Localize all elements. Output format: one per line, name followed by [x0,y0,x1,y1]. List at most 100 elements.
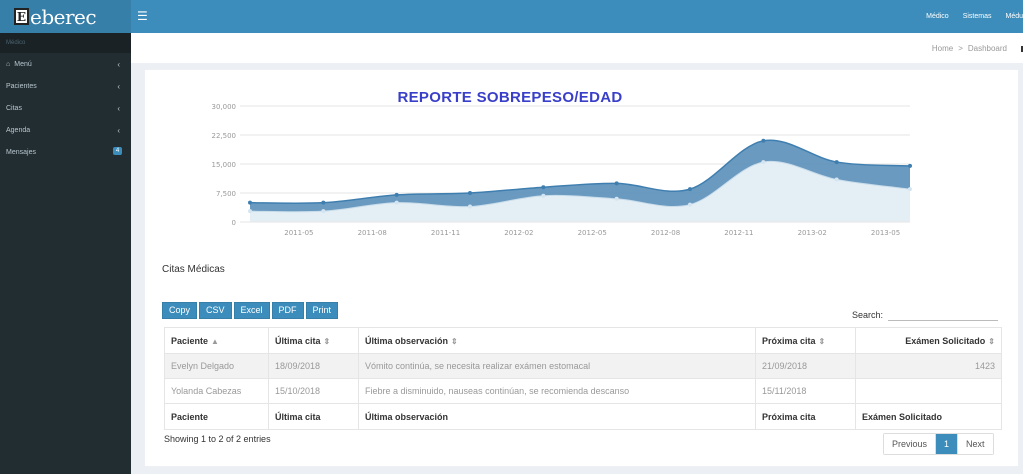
sidebar-item-label: Menú [14,60,32,68]
y-tick-label: 7,500 [216,190,236,198]
previous-page-button[interactable]: Previous [884,434,936,454]
app-logo[interactable]: E eberec [0,0,131,33]
cell-ultima-cita: 18/09/2018 [268,353,359,379]
series-upper-point [541,185,546,190]
sort-icon: ⇕ [323,336,331,346]
series-lower-point [908,187,912,192]
column-header-ultima-cita[interactable]: Última cita ⇕ [268,327,359,354]
column-header-proxima-cita[interactable]: Próxima cita ⇕ [755,327,856,354]
page-1-button[interactable]: 1 [935,434,958,454]
content-header: Home > Dashboard [131,33,1023,63]
top-navbar: E eberec ☰ Médico Sistemas Médu [0,0,1023,33]
series-lower-point [468,204,472,209]
series-upper-point [248,200,252,205]
series-upper-point [321,200,326,205]
table-info: Showing 1 to 2 of 2 entries [164,434,271,444]
pagination: Previous 1 Next [883,433,994,455]
sort-icon: ⇕ [818,336,826,346]
nav-link-medico[interactable]: Médico [926,13,949,20]
series-upper-point [908,163,912,168]
sidebar-item-label: Pacientes [6,82,37,90]
next-page-button[interactable]: Next [957,434,993,454]
sidebar-item-citas[interactable]: Citas ‹ [0,97,131,119]
chevron-left-icon: ‹ [117,81,120,91]
nav-link-medu[interactable]: Médu [1005,13,1023,20]
pdf-button[interactable]: PDF [271,302,304,319]
series-lower-point [248,209,252,214]
sidebar-item-mensajes[interactable]: Mensajes 4 [0,141,131,163]
table-header-row: Paciente ▲ Última cita ⇕ Última observació… [164,327,1002,354]
series-upper-point [761,138,766,143]
sidebar-item-pacientes[interactable]: Pacientes ‹ [0,75,131,97]
column-header-examen-solicitado[interactable]: Exámen Solicitado ⇕ [855,327,1002,354]
chevron-left-icon: ‹ [117,103,120,113]
home-icon: ⌂ [6,60,11,68]
x-tick-label: 2011-11 [431,229,460,237]
cell-ultima-observacion: Fiebre a disminuido, nauseas continúan, … [358,378,756,404]
footer-ultima-observacion: Última observación [358,403,756,430]
series-lower-point [614,196,619,201]
x-tick-label: 2013-02 [798,229,827,237]
messages-count-badge: 4 [113,147,122,155]
x-tick-label: 2012-05 [578,229,607,237]
table-footer-row: Paciente Última cita Última observación … [164,403,1002,430]
series-lower-point [761,160,766,165]
breadcrumb: Home > Dashboard [932,44,1007,53]
chevron-left-icon: ‹ [117,125,120,135]
breadcrumb-current: Dashboard [967,44,1007,53]
report-chart: 30,000 22,500 15,000 7,500 0 2011-05 2011-08 20… [212,103,912,237]
cell-examen-solicitado: 1423 [855,353,1002,379]
cell-ultima-cita: 15/10/2018 [268,378,359,404]
chevron-left-icon: ‹ [117,59,120,69]
footer-ultima-cita: Última cita [268,403,359,430]
print-button[interactable]: Print [305,302,339,319]
footer-examen-solicitado: Exámen Solicitado [855,403,1002,430]
x-tick-label: 2013-05 [871,229,900,237]
table-row[interactable]: Yolanda Cabezas 15/10/2018 Fiebre a dism… [164,378,1002,404]
sidebar-item-label: Agenda [6,126,31,134]
series-lower-point [541,193,546,198]
search-label: Search: [852,310,884,320]
menu-toggle-icon[interactable]: ☰ [137,9,153,23]
cell-ultima-observacion: Vómito continúa, se necesita realizar ex… [358,353,756,379]
csv-button[interactable]: CSV [199,302,232,319]
x-tick-label: 2011-05 [284,229,313,237]
column-header-paciente[interactable]: Paciente ▲ [164,327,269,354]
series-upper-point [688,187,692,192]
series-upper-point [614,181,619,186]
logo-text: eberec [30,4,97,29]
search-input[interactable] [888,307,998,321]
series-lower-point [321,209,326,214]
sidebar-item-label: Mensajes [6,148,36,156]
citas-table: Paciente ▲ Última cita ⇕ Última observació… [164,327,1002,430]
cell-examen-solicitado [855,378,1002,404]
x-tick-label: 2011-08 [358,229,387,237]
sidebar-header: Médico [0,33,131,53]
sidebar-item-agenda[interactable]: Agenda ‹ [0,119,131,141]
series-lower-point [834,177,839,182]
nav-link-sistemas[interactable]: Sistemas [963,13,992,20]
x-tick-label: 2012-11 [724,229,753,237]
copy-button[interactable]: Copy [162,302,198,319]
sidebar-item-label: Citas [6,104,22,112]
breadcrumb-separator: > [958,44,963,53]
sidebar-item-menu[interactable]: ⌂ Menú ‹ [0,53,131,75]
cell-proxima-cita: 21/09/2018 [755,353,856,379]
citas-panel: Citas Médicas Copy CSV Excel PDF Print S… [150,252,1007,462]
table-row[interactable]: Evelyn Delgado 18/09/2018 Vómito continú… [164,353,1002,379]
y-tick-label: 22,500 [212,132,237,140]
x-tick-label: 2012-02 [504,229,533,237]
cell-paciente: Yolanda Cabezas [164,378,269,404]
series-upper-point [468,191,472,195]
footer-proxima-cita: Próxima cita [755,403,856,430]
y-tick-label: 0 [232,219,236,227]
y-tick-label: 30,000 [212,103,237,111]
excel-button[interactable]: Excel [233,302,270,319]
sort-icon: ⇕ [988,336,995,346]
cell-paciente: Evelyn Delgado [164,353,269,379]
footer-paciente: Paciente [164,403,269,430]
series-upper-point [394,192,399,197]
x-tick-label: 2012-08 [651,229,680,237]
column-header-ultima-observacion[interactable]: Última observación ⇕ [358,327,756,354]
breadcrumb-home[interactable]: Home [932,44,953,53]
